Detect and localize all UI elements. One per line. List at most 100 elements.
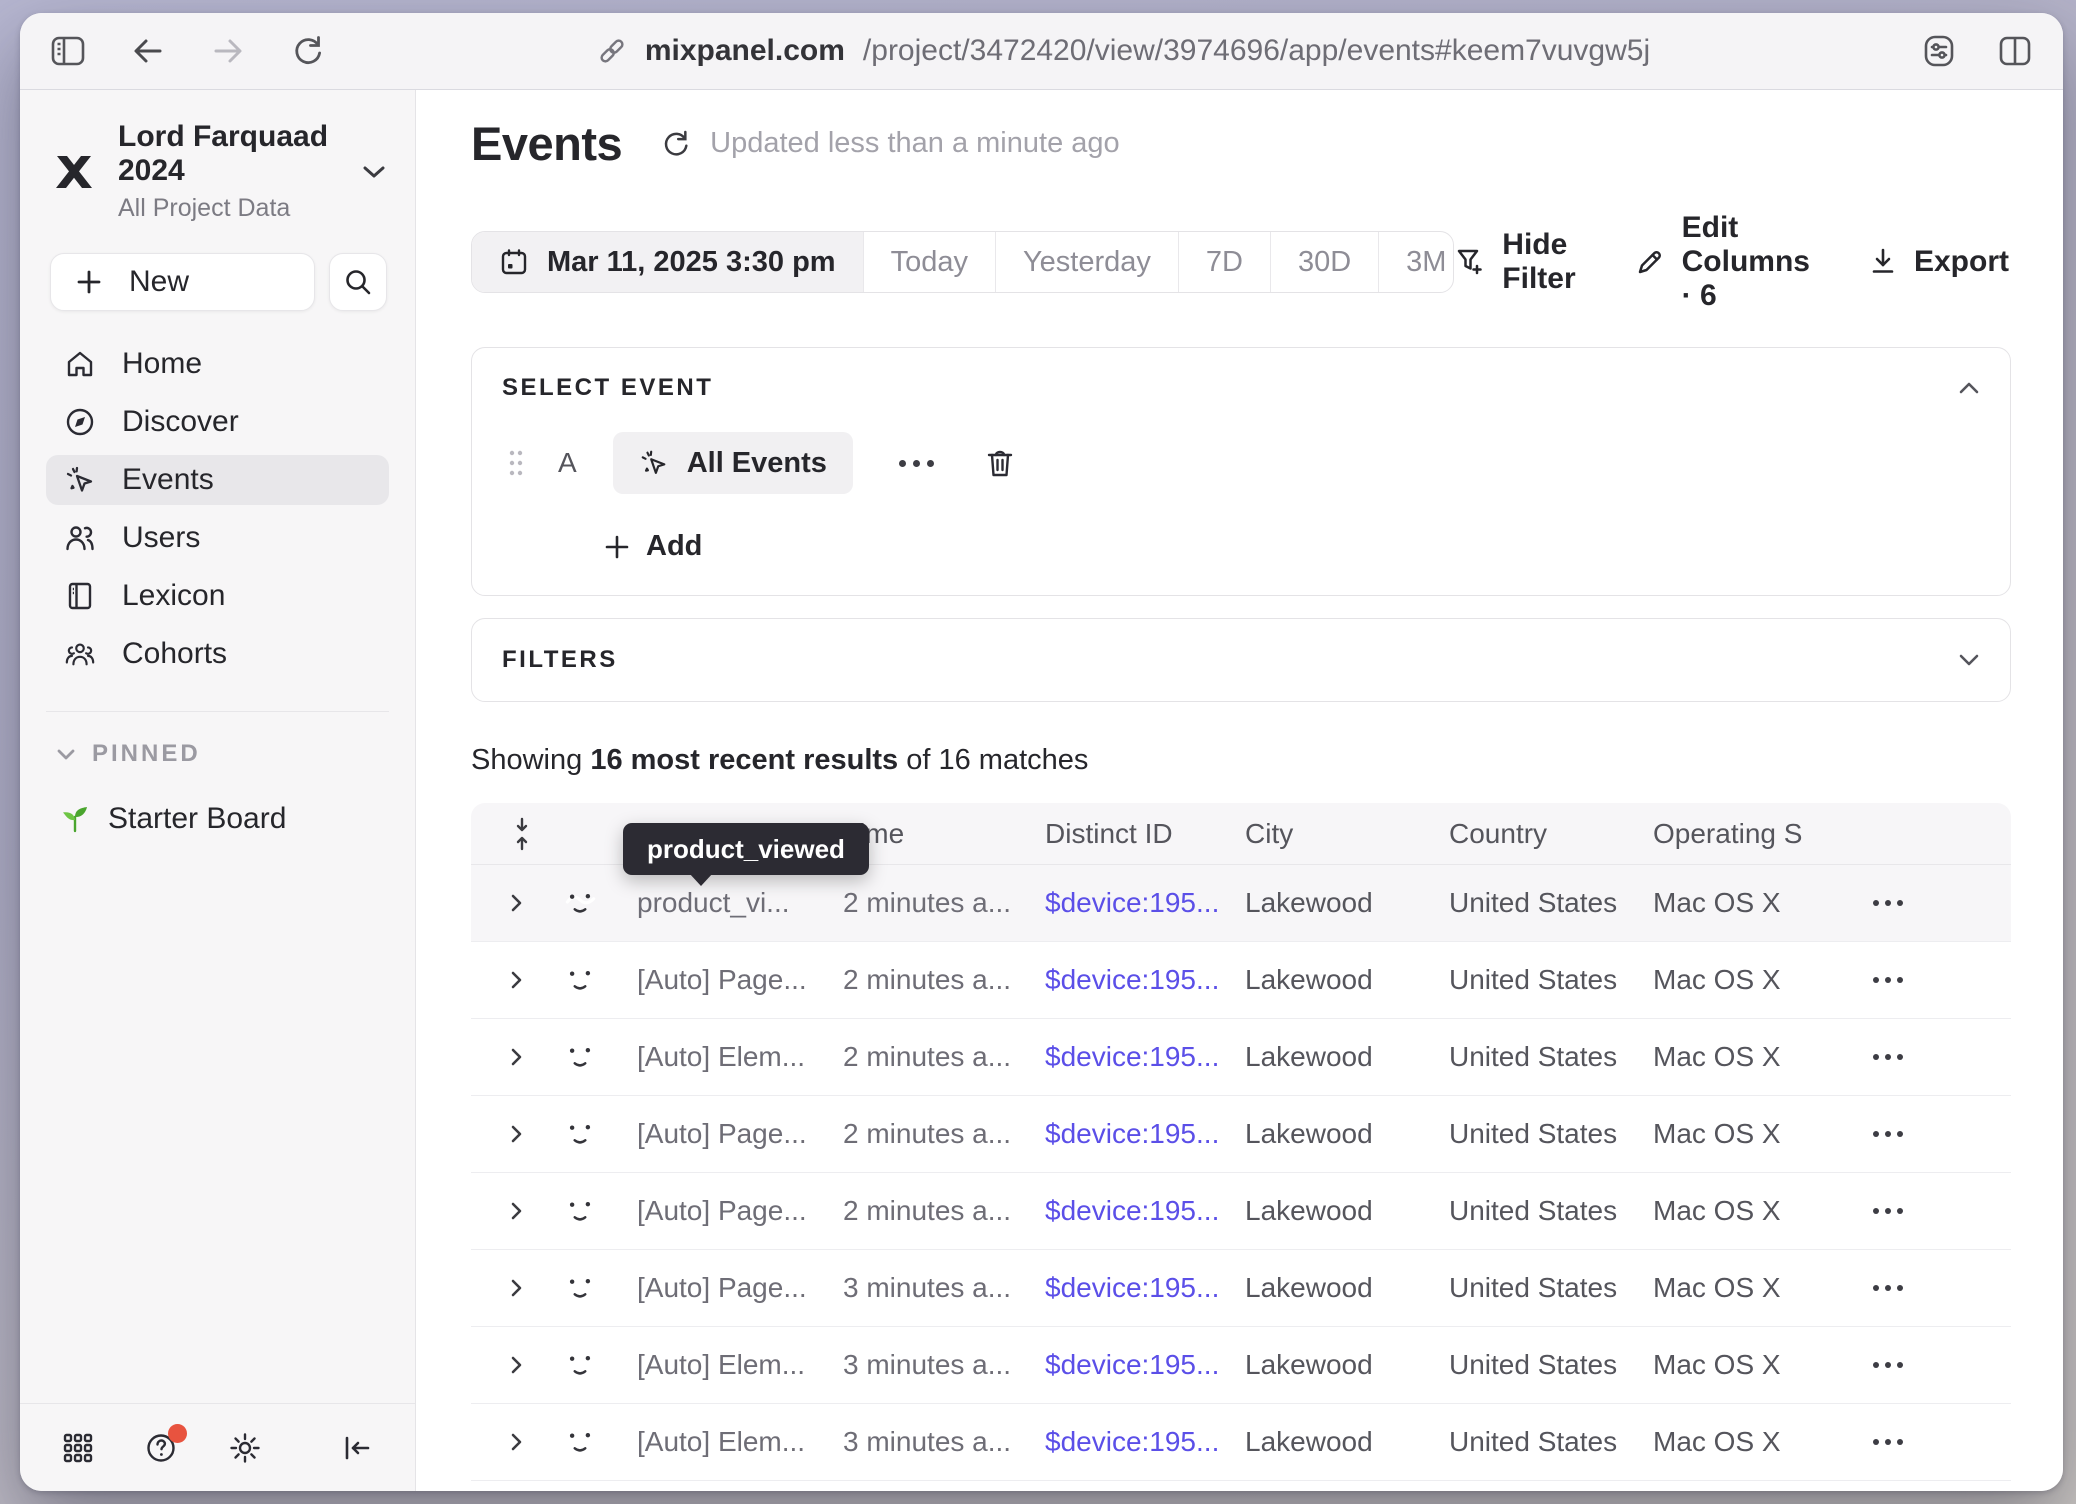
sidebar-divider <box>46 711 389 712</box>
plus-icon <box>604 534 630 560</box>
add-label: Add <box>646 530 702 563</box>
settings-gear-icon[interactable] <box>228 1431 262 1465</box>
notification-badge <box>168 1424 187 1443</box>
cell-distinct-id-link[interactable]: $device:195... <box>1045 1426 1245 1458</box>
row-expand-chevron[interactable] <box>471 968 559 992</box>
apps-grid-icon[interactable] <box>62 1432 94 1464</box>
chevron-down-icon[interactable] <box>1958 653 1980 667</box>
url-domain: mixpanel.com <box>645 34 845 68</box>
reload-button-icon[interactable] <box>290 33 326 69</box>
date-range-value: Mar 11, 2025 3:30 pm <box>547 246 836 279</box>
split-view-icon[interactable] <box>1997 34 2033 68</box>
row-expand-chevron[interactable] <box>471 1353 559 1377</box>
row-more-icon[interactable] <box>1871 1285 2011 1291</box>
row-expand-chevron[interactable] <box>471 1045 559 1069</box>
sidebar-item-home[interactable]: Home <box>46 339 389 389</box>
export-label: Export <box>1914 245 2009 279</box>
range-30d[interactable]: 30D <box>1270 232 1378 292</box>
edit-columns-button[interactable]: Edit Columns · 6 <box>1634 211 1810 313</box>
export-button[interactable]: Export <box>1868 245 2009 279</box>
cell-distinct-id-link[interactable]: $device:195... <box>1045 964 1245 996</box>
pinned-section-header[interactable]: PINNED <box>20 736 415 768</box>
drag-handle-icon[interactable] <box>508 448 524 478</box>
row-more-icon[interactable] <box>1871 900 2011 906</box>
collapse-rows-icon[interactable] <box>471 817 559 851</box>
row-expand-chevron[interactable] <box>471 1276 559 1300</box>
cell-event-name: [Auto] Elem... <box>637 1041 843 1073</box>
cell-distinct-id-link[interactable]: $device:195... <box>1045 1195 1245 1227</box>
table-row[interactable]: [Auto] Page... 2 minutes a... $device:19… <box>471 942 2011 1019</box>
row-expand-chevron[interactable] <box>471 1122 559 1146</box>
range-3m[interactable]: 3M <box>1378 232 1454 292</box>
cell-city: Lakewood <box>1245 1349 1449 1381</box>
table-row[interactable]: [Auto] Page... 2 minutes a... $device:19… <box>471 1096 2011 1173</box>
url-bar[interactable]: mixpanel.com/project/3472420/view/397469… <box>597 34 1650 68</box>
collapse-sidebar-icon[interactable] <box>341 1433 373 1463</box>
sidebar-item-cohorts[interactable]: Cohorts <box>46 629 389 679</box>
cell-event-name: [Auto] Page... <box>637 1118 843 1150</box>
row-more-icon[interactable] <box>1871 1131 2011 1137</box>
cell-distinct-id-link[interactable]: $device:195... <box>1045 1349 1245 1381</box>
forward-button-icon[interactable] <box>210 35 246 67</box>
back-button-icon[interactable] <box>130 35 166 67</box>
range-yesterday[interactable]: Yesterday <box>995 232 1178 292</box>
column-distinct-id[interactable]: Distinct ID <box>1045 818 1245 850</box>
sidebar-toggle-icon[interactable] <box>50 34 86 68</box>
sidebar-item-label: Lexicon <box>122 579 225 613</box>
add-event-button[interactable]: Add <box>604 530 1980 563</box>
column-city[interactable]: City <box>1245 818 1449 850</box>
sidebar-item-events[interactable]: Events <box>46 455 389 505</box>
cell-distinct-id-link[interactable]: $device:195... <box>1045 1118 1245 1150</box>
row-expand-chevron[interactable] <box>471 891 559 915</box>
table-row[interactable]: [Auto] Elem... 3 minutes a... $device:19… <box>471 1481 2011 1491</box>
table-row[interactable]: [Auto] Page... 2 minutes a... $device:19… <box>471 1173 2011 1250</box>
pinned-item-starter-board[interactable]: Starter Board <box>20 768 415 836</box>
row-more-icon[interactable] <box>1871 1054 2011 1060</box>
row-more-icon[interactable] <box>1871 1362 2011 1368</box>
column-operating-system[interactable]: Operating S <box>1653 818 1871 850</box>
users-icon <box>64 523 96 553</box>
table-row[interactable]: [Auto] Elem... 2 minutes a... $device:19… <box>471 1019 2011 1096</box>
column-time[interactable]: Time <box>843 818 1045 850</box>
cell-distinct-id-link[interactable]: $device:195... <box>1045 1272 1245 1304</box>
sidebar-item-users[interactable]: Users <box>46 513 389 563</box>
sidebar-item-discover[interactable]: Discover <box>46 397 389 447</box>
project-switcher[interactable]: Lord Farquaad 2024 All Project Data <box>20 90 415 223</box>
help-icon[interactable] <box>144 1431 178 1465</box>
table-row[interactable]: [Auto] Elem... 3 minutes a... $device:19… <box>471 1404 2011 1481</box>
sidebar: Lord Farquaad 2024 All Project Data New <box>20 90 416 1491</box>
hide-filter-button[interactable]: Hide Filter <box>1454 228 1575 296</box>
cell-time: 2 minutes a... <box>843 1195 1045 1227</box>
cell-country: United States <box>1449 964 1653 996</box>
sprout-icon <box>60 804 90 834</box>
chevron-down-icon <box>361 164 387 180</box>
sidebar-item-lexicon[interactable]: Lexicon <box>46 571 389 621</box>
cell-distinct-id-link[interactable]: $device:195... <box>1045 887 1245 919</box>
range-today[interactable]: Today <box>863 232 995 292</box>
refresh-icon[interactable] <box>660 128 692 160</box>
cell-event-name: [Auto] Page... <box>637 1272 843 1304</box>
event-more-icon[interactable] <box>899 460 934 467</box>
row-more-icon[interactable] <box>1871 1208 2011 1214</box>
row-expand-chevron[interactable] <box>471 1430 559 1454</box>
page-settings-icon[interactable] <box>1921 34 1957 68</box>
trash-icon[interactable] <box>984 446 1016 480</box>
chevron-up-icon[interactable] <box>1958 381 1980 395</box>
table-row[interactable]: [Auto] Page... 3 minutes a... $device:19… <box>471 1250 2011 1327</box>
column-country[interactable]: Country <box>1449 818 1653 850</box>
hide-filter-label: Hide Filter <box>1502 228 1575 296</box>
sidebar-item-label: Home <box>122 347 202 381</box>
row-more-icon[interactable] <box>1871 977 2011 983</box>
row-more-icon[interactable] <box>1871 1439 2011 1445</box>
new-button[interactable]: New <box>50 253 315 311</box>
cell-distinct-id-link[interactable]: $device:195... <box>1045 1041 1245 1073</box>
event-row-label: A <box>558 447 577 479</box>
table-row[interactable]: [Auto] Elem... 3 minutes a... $device:19… <box>471 1327 2011 1404</box>
date-range-selected[interactable]: Mar 11, 2025 3:30 pm <box>472 232 863 292</box>
search-button[interactable] <box>329 253 387 311</box>
row-expand-chevron[interactable] <box>471 1199 559 1223</box>
all-events-chip[interactable]: All Events <box>613 432 853 494</box>
calendar-icon <box>499 247 529 277</box>
range-7d[interactable]: 7D <box>1178 232 1270 292</box>
download-icon <box>1868 246 1898 278</box>
